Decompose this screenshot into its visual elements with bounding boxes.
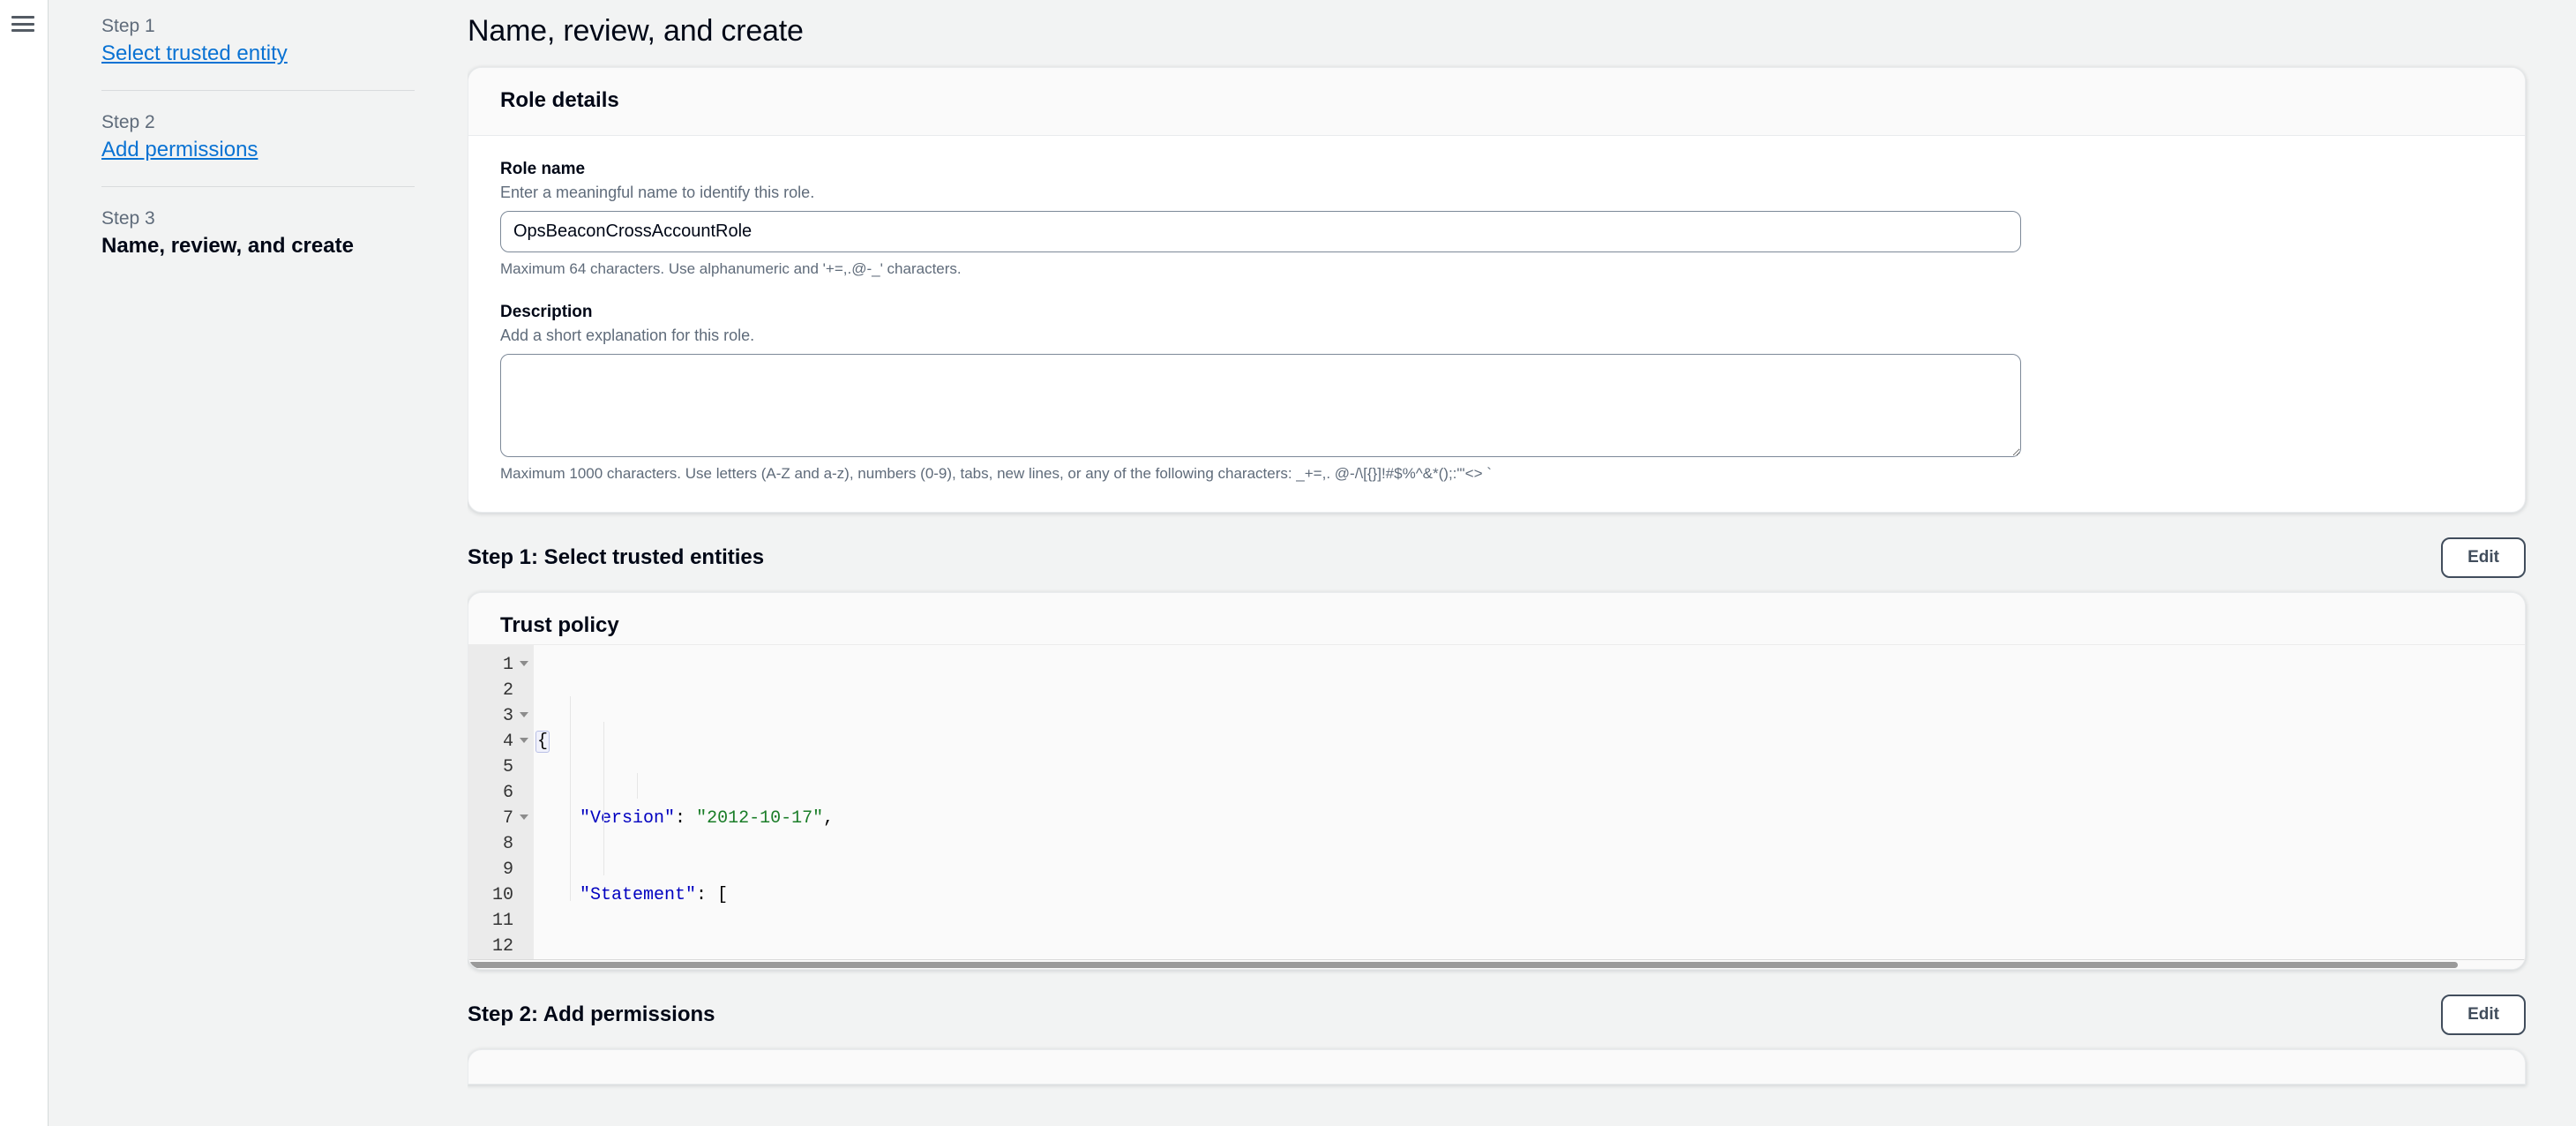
step-1-section-header: Step 1: Select trusted entities Edit: [468, 537, 2526, 578]
role-details-card: Role details Role name Enter a meaningfu…: [468, 67, 2526, 513]
line-number: 11: [491, 911, 513, 931]
sidebar-item-step-3: Step 3 Name, review, and create: [101, 206, 415, 259]
step-1-section-title: Step 1: Select trusted entities: [468, 545, 765, 569]
line-number: 10: [491, 885, 513, 905]
left-rail: [0, 0, 49, 1126]
step-2-section-title: Step 2: Add permissions: [468, 1002, 715, 1026]
description-hint: Maximum 1000 characters. Use letters (A-…: [500, 465, 1492, 482]
role-details-title: Role details: [500, 88, 619, 112]
wizard-steps-sidebar: Step 1 Select trusted entity Step 2 Add …: [49, 0, 468, 1126]
step-2-section-header: Step 2: Add permissions Edit: [468, 995, 2526, 1035]
fold-arrow-icon[interactable]: [520, 814, 528, 820]
description-textarea[interactable]: [500, 354, 2021, 457]
sidebar-divider-2: [101, 186, 415, 187]
line-number: 1: [468, 652, 534, 678]
code-line-number-gutter: 1 2 3 4 5 6 7 8 9 10 11 12 13: [468, 645, 534, 969]
step-2-edit-button[interactable]: Edit: [2441, 995, 2526, 1035]
description-description: Add a short explanation for this role.: [500, 327, 755, 344]
fold-arrow-icon[interactable]: [520, 738, 528, 743]
trust-policy-card: Trust policy 1 2 3 4 5 6 7 8 9 10 11 12 …: [468, 592, 2526, 970]
step-2-number: Step 2: [101, 112, 155, 132]
step-2-link[interactable]: Add permissions: [101, 137, 258, 163]
role-name-label: Role name: [500, 160, 586, 178]
description-label: Description: [500, 303, 593, 321]
fold-arrow-icon[interactable]: [520, 712, 528, 717]
role-name-hint: Maximum 64 characters. Use alphanumeric …: [500, 260, 962, 277]
description-field: Description Add a short explanation for …: [500, 302, 2493, 484]
sidebar-divider-1: [101, 90, 415, 91]
step-3-number: Step 3: [101, 208, 155, 229]
line-number: 9: [502, 860, 513, 880]
role-name-input[interactable]: [500, 211, 2021, 252]
line-number: 5: [502, 757, 513, 777]
role-name-field: Role name Enter a meaningful name to ide…: [500, 159, 2493, 279]
trust-policy-title: Trust policy: [500, 613, 619, 637]
page-root: Step 1 Select trusted entity Step 2 Add …: [0, 0, 2576, 1126]
editor-scrollbar-thumb[interactable]: [468, 962, 2458, 968]
role-details-card-body: Role name Enter a meaningful name to ide…: [468, 136, 2525, 512]
trust-policy-code-editor[interactable]: 1 2 3 4 5 6 7 8 9 10 11 12 13: [468, 644, 2525, 969]
line-number: 2: [502, 680, 513, 701]
role-name-description: Enter a meaningful name to identify this…: [500, 184, 815, 201]
page-title: Name, review, and create: [468, 14, 804, 48]
line-number: 7: [468, 806, 534, 831]
step-3-label: Name, review, and create: [101, 234, 354, 258]
line-number: 8: [502, 834, 513, 854]
line-number: 6: [502, 783, 513, 803]
sidebar-item-step-1[interactable]: Step 1 Select trusted entity: [101, 14, 415, 67]
line-number: 4: [468, 729, 534, 754]
code-line: "Statement": [: [580, 885, 729, 905]
code-line: "Version": "2012-10-17",: [580, 808, 835, 829]
role-details-card-header: Role details: [468, 68, 2525, 136]
sidebar-item-step-2[interactable]: Step 2 Add permissions: [101, 110, 415, 163]
main-content: Name, review, and create Role details Ro…: [468, 0, 2576, 1126]
line-number: 3: [468, 703, 534, 729]
step-1-number: Step 1: [101, 16, 155, 36]
step-1-link[interactable]: Select trusted entity: [101, 41, 288, 67]
code-text-area[interactable]: { "Version": "2012-10-17", "Statement": …: [534, 645, 2525, 969]
trust-policy-card-body: 1 2 3 4 5 6 7 8 9 10 11 12 13: [468, 644, 2525, 969]
step-2-permissions-card: [468, 1049, 2526, 1085]
hamburger-menu-icon[interactable]: [11, 16, 34, 32]
trust-policy-card-header: Trust policy: [468, 593, 2525, 644]
step-1-edit-button[interactable]: Edit: [2441, 537, 2526, 578]
line-number: 12: [491, 936, 513, 957]
code-line: {: [535, 731, 550, 753]
editor-horizontal-scrollbar[interactable]: [468, 959, 2525, 969]
fold-arrow-icon[interactable]: [520, 661, 528, 666]
